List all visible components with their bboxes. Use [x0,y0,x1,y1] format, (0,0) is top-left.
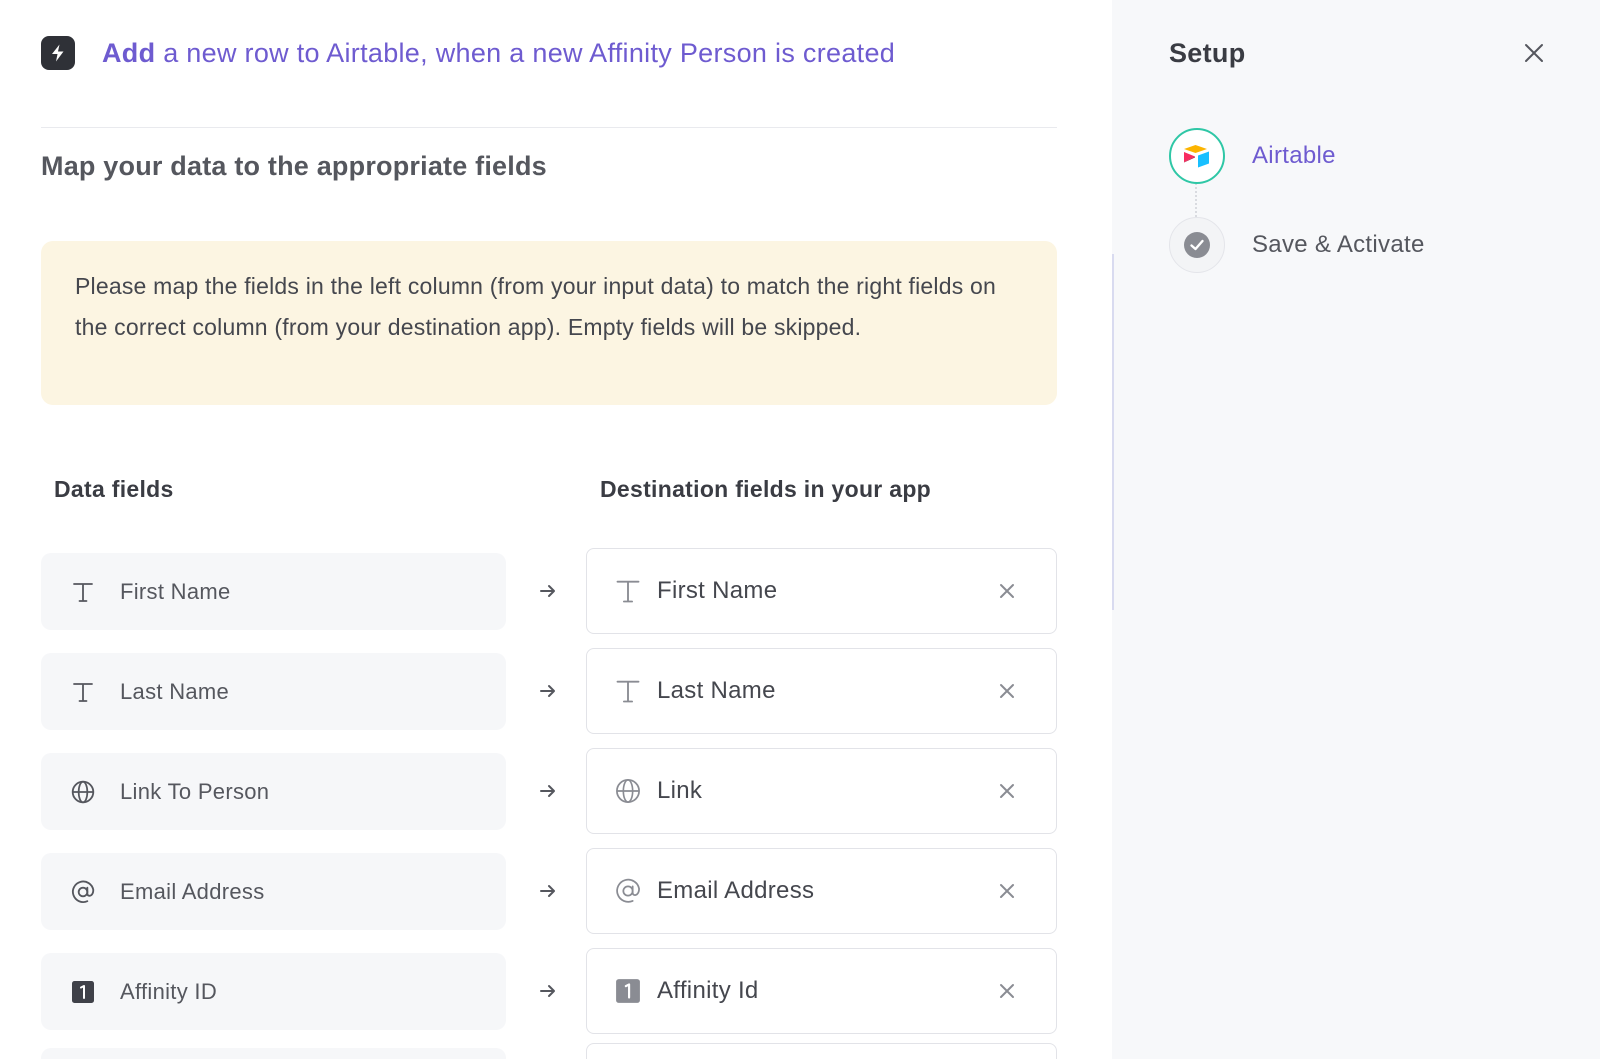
at-sign-icon [613,876,643,906]
scroll-indicator [1112,254,1114,610]
source-field-label: Email Address [120,878,265,904]
destination-field[interactable]: Email Address [586,848,1057,934]
step-airtable[interactable]: Airtable [1169,128,1336,184]
mapping-row: Email Address Email Address [41,848,1057,934]
source-field: First Name [41,553,506,630]
automation-title: Add a new row to Airtable, when a new Af… [102,38,895,69]
remove-mapping-icon[interactable] [994,578,1020,604]
mapping-row: Link To Person Link [41,748,1057,834]
arrow-right-icon [535,878,561,904]
source-field-label: First Name [120,578,231,604]
globe-icon [70,779,96,805]
automation-description: a new row to Airtable, when a new Affini… [155,37,896,68]
text-type-icon [70,679,96,705]
destination-field-partial[interactable] [586,1043,1057,1059]
arrow-right-icon [535,678,561,704]
source-field-label: Link To Person [120,778,270,804]
airtable-logo-icon [1169,128,1225,184]
step-connector [1195,183,1197,221]
source-field-label: Affinity ID [120,978,218,1004]
mapping-row: First Name First Name [41,548,1057,634]
destination-field-label: Email Address [657,877,815,904]
destination-field-label: Link [657,777,703,804]
number-type-icon [613,976,643,1006]
destination-field[interactable]: First Name [586,548,1057,634]
remove-mapping-icon[interactable] [994,778,1020,804]
destination-field[interactable]: Last Name [586,648,1057,734]
step-save-activate[interactable]: Save & Activate [1169,217,1425,273]
destination-fields-header: Destination fields in your app [600,476,932,502]
main-panel: Add a new row to Airtable, when a new Af… [0,0,1112,1059]
number-type-icon [70,979,96,1005]
source-field: Last Name [41,653,506,730]
source-field: Email Address [41,853,506,930]
source-field-partial [41,1048,506,1059]
destination-field[interactable]: Link [586,748,1057,834]
check-circle-icon [1169,217,1225,273]
arrow-right-icon [535,778,561,804]
destination-field[interactable]: Affinity Id [586,948,1057,1034]
text-type-icon [70,579,96,605]
destination-field-label: First Name [657,577,778,604]
lightning-bolt-icon [41,36,75,70]
source-field-label: Last Name [120,678,230,704]
remove-mapping-icon[interactable] [994,878,1020,904]
info-notice: Please map the fields in the left column… [41,241,1057,405]
header-divider [41,127,1057,128]
remove-mapping-icon[interactable] [994,978,1020,1004]
destination-field-label: Affinity Id [657,977,759,1004]
setup-sidebar: Setup Airtable Save & Activate [1112,0,1600,1059]
mapping-row: Last Name Last Name [41,648,1057,734]
sidebar-title: Setup [1169,38,1246,68]
globe-icon [613,776,643,806]
page-header: Add a new row to Airtable, when a new Af… [41,30,895,76]
close-icon[interactable] [1519,38,1549,68]
arrow-right-icon [535,978,561,1004]
automation-action: Add [102,37,156,68]
at-sign-icon [70,879,96,905]
section-title: Map your data to the appropriate fields [41,151,547,181]
source-field: Affinity ID [41,953,506,1030]
destination-field-label: Last Name [657,677,776,704]
arrow-right-icon [535,578,561,604]
text-type-icon [613,676,643,706]
step-label: Save & Activate [1252,231,1425,258]
data-fields-header: Data fields [54,476,174,502]
step-label: Airtable [1252,142,1336,169]
mapping-row: Affinity ID Affinity Id [41,948,1057,1034]
source-field: Link To Person [41,753,506,830]
remove-mapping-icon[interactable] [994,678,1020,704]
text-type-icon [613,576,643,606]
